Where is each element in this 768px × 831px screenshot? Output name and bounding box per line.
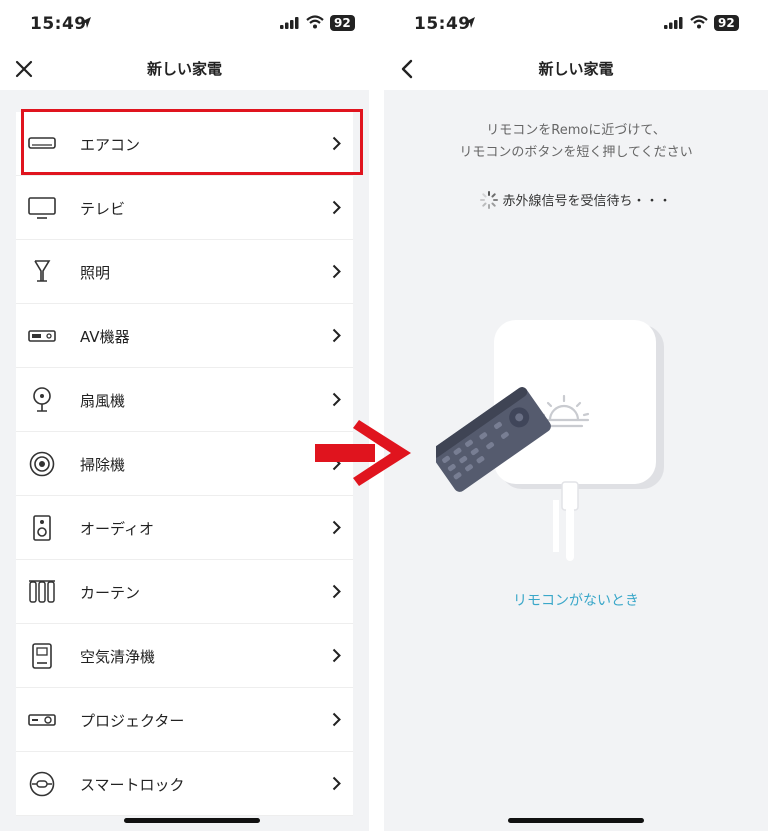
list-item-label: テレビ xyxy=(80,200,126,218)
chevron-right-icon xyxy=(332,264,341,279)
nav-bar: 新しい家電 xyxy=(0,48,369,90)
right-screen: 15:49 92 新しい家電 リモコンをRemoに近づけて、 リモコンのボタンを… xyxy=(384,0,768,831)
transition-arrow-icon xyxy=(315,420,411,486)
list-item-label: プロジェクター xyxy=(80,712,185,730)
wifi-icon xyxy=(690,15,708,29)
chevron-right-icon xyxy=(332,520,341,535)
location-arrow-icon xyxy=(81,17,91,28)
chevron-right-icon xyxy=(332,392,341,407)
list-item-label: スマートロック xyxy=(80,776,185,794)
status-bar: 15:49 92 xyxy=(0,0,369,48)
battery-indicator: 92 xyxy=(714,15,739,31)
list-item-label: 掃除機 xyxy=(80,456,126,474)
signal-icon xyxy=(280,17,299,29)
wifi-icon xyxy=(306,15,324,29)
chevron-right-icon xyxy=(332,712,341,727)
waiting-text: 赤外線信号を受信待ち・・・ xyxy=(502,194,672,209)
list-item-tv[interactable]: テレビ xyxy=(16,176,353,240)
av-device-icon xyxy=(26,322,58,350)
list-item-smart-lock[interactable]: スマートロック xyxy=(16,752,353,816)
list-item-audio[interactable]: オーディオ xyxy=(16,496,353,560)
curtain-icon xyxy=(26,578,58,606)
speaker-icon xyxy=(26,514,58,542)
chevron-right-icon xyxy=(332,584,341,599)
battery-indicator: 92 xyxy=(330,15,355,31)
list-item-curtain[interactable]: カーテン xyxy=(16,560,353,624)
list-item-av-device[interactable]: AV機器 xyxy=(16,304,353,368)
light-icon xyxy=(26,258,58,286)
chevron-right-icon xyxy=(332,328,341,343)
list-item-label: オーディオ xyxy=(80,520,154,538)
home-indicator xyxy=(124,818,260,823)
tv-icon xyxy=(26,194,58,222)
chevron-right-icon xyxy=(332,776,341,791)
list-item-air-purifier[interactable]: 空気清浄機 xyxy=(16,624,353,688)
list-item-projector[interactable]: プロジェクター xyxy=(16,688,353,752)
waiting-status: 赤外線信号を受信待ち・・・ xyxy=(384,190,768,209)
status-time: 15:49 xyxy=(30,14,87,34)
chevron-right-icon xyxy=(332,648,341,663)
location-arrow-icon xyxy=(465,17,475,28)
chevron-right-icon xyxy=(332,200,341,215)
projector-icon xyxy=(26,706,58,734)
fan-icon xyxy=(26,386,58,414)
list-item-light[interactable]: 照明 xyxy=(16,240,353,304)
nav-bar: 新しい家電 xyxy=(384,48,768,90)
signal-icon xyxy=(664,17,683,29)
status-time: 15:49 xyxy=(414,14,471,34)
no-remote-link[interactable]: リモコンがないとき xyxy=(384,590,768,610)
left-screen: 15:49 92 新しい家電 エアコン テレビ 照明 AV機器 扇風機 掃除機 … xyxy=(0,0,369,831)
list-item-vacuum[interactable]: 掃除機 xyxy=(16,432,353,496)
list-item-label: 扇風機 xyxy=(80,392,126,410)
page-title: 新しい家電 xyxy=(146,60,222,78)
remo-illustration xyxy=(436,320,664,561)
instruction-line-1: リモコンをRemoに近づけて、 xyxy=(486,123,666,138)
vacuum-icon xyxy=(26,450,58,478)
list-item-label: 空気清浄機 xyxy=(80,648,156,666)
highlight-box xyxy=(21,109,363,175)
instruction-text: リモコンをRemoに近づけて、 リモコンのボタンを短く押してください xyxy=(384,120,768,164)
status-bar: 15:49 92 xyxy=(384,0,768,48)
list-item-label: AV機器 xyxy=(80,328,130,346)
page-title: 新しい家電 xyxy=(538,60,614,78)
list-item-label: 照明 xyxy=(80,264,111,282)
air-purifier-icon xyxy=(26,642,58,670)
list-item-fan[interactable]: 扇風機 xyxy=(16,368,353,432)
appliance-list: エアコン テレビ 照明 AV機器 扇風機 掃除機 オーディオ カーテン 空気清浄… xyxy=(16,112,353,816)
instruction-line-2: リモコンのボタンを短く押してください xyxy=(459,145,693,160)
spinner-icon xyxy=(480,191,499,209)
list-item-label: カーテン xyxy=(80,584,141,602)
smart-lock-icon xyxy=(26,770,58,798)
home-indicator xyxy=(508,818,644,823)
